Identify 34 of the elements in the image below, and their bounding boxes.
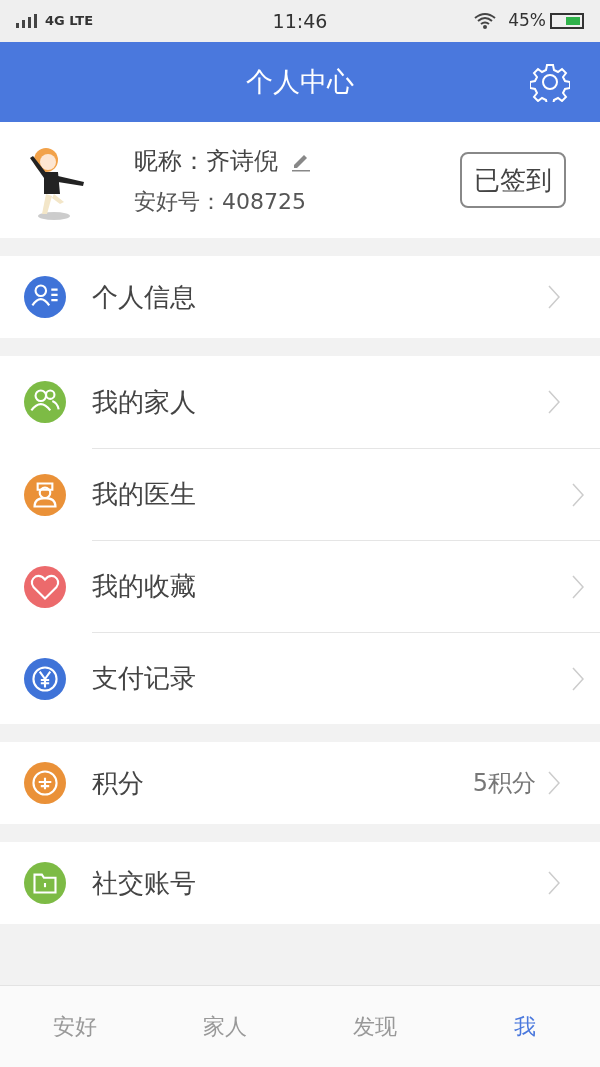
menu-item[interactable]: 个人信息: [0, 256, 600, 338]
battery-percent: 45%: [508, 9, 546, 33]
chevron-right-icon: [548, 285, 560, 309]
chevron-right-icon: [572, 574, 584, 599]
tab[interactable]: 我: [450, 986, 600, 1067]
checkin-button[interactable]: 已签到: [460, 152, 566, 208]
nickname-text: 昵称：齐诗倪: [134, 145, 278, 177]
battery-icon: [550, 13, 584, 29]
menu-item[interactable]: 社交账号: [0, 842, 600, 924]
signal-icon: [16, 14, 37, 28]
menu-item[interactable]: 支付记录: [92, 632, 600, 724]
settings-icon[interactable]: [530, 62, 570, 102]
menu-item[interactable]: 我的家人: [0, 356, 600, 448]
menu-label: 个人信息: [92, 280, 196, 314]
page-title: 个人中心: [246, 64, 354, 99]
user-id-text: 安好号：408725: [134, 187, 307, 216]
menu-label: 社交账号: [92, 866, 196, 900]
menu-item[interactable]: 我的收藏: [92, 540, 600, 632]
menu-label: 我的收藏: [92, 570, 196, 603]
clock: 11:46: [272, 8, 328, 34]
chevron-right-icon: [548, 871, 560, 895]
menu-label: 我的家人: [92, 385, 196, 419]
menu-label: 我的医生: [92, 478, 196, 511]
chevron-right-icon: [548, 771, 560, 795]
chevron-right-icon: [572, 482, 584, 507]
menu-item[interactable]: 我的医生: [92, 448, 600, 540]
chevron-right-icon: [572, 666, 584, 691]
wifi-icon: [474, 12, 497, 30]
menu-label: 支付记录: [92, 662, 196, 695]
menu-label: 积分: [92, 766, 144, 800]
network-label: 4G LTE: [45, 12, 94, 31]
menu-item[interactable]: 积分 5积分: [0, 742, 600, 824]
points-value: 5积分: [472, 768, 536, 799]
chevron-right-icon: [548, 390, 560, 414]
